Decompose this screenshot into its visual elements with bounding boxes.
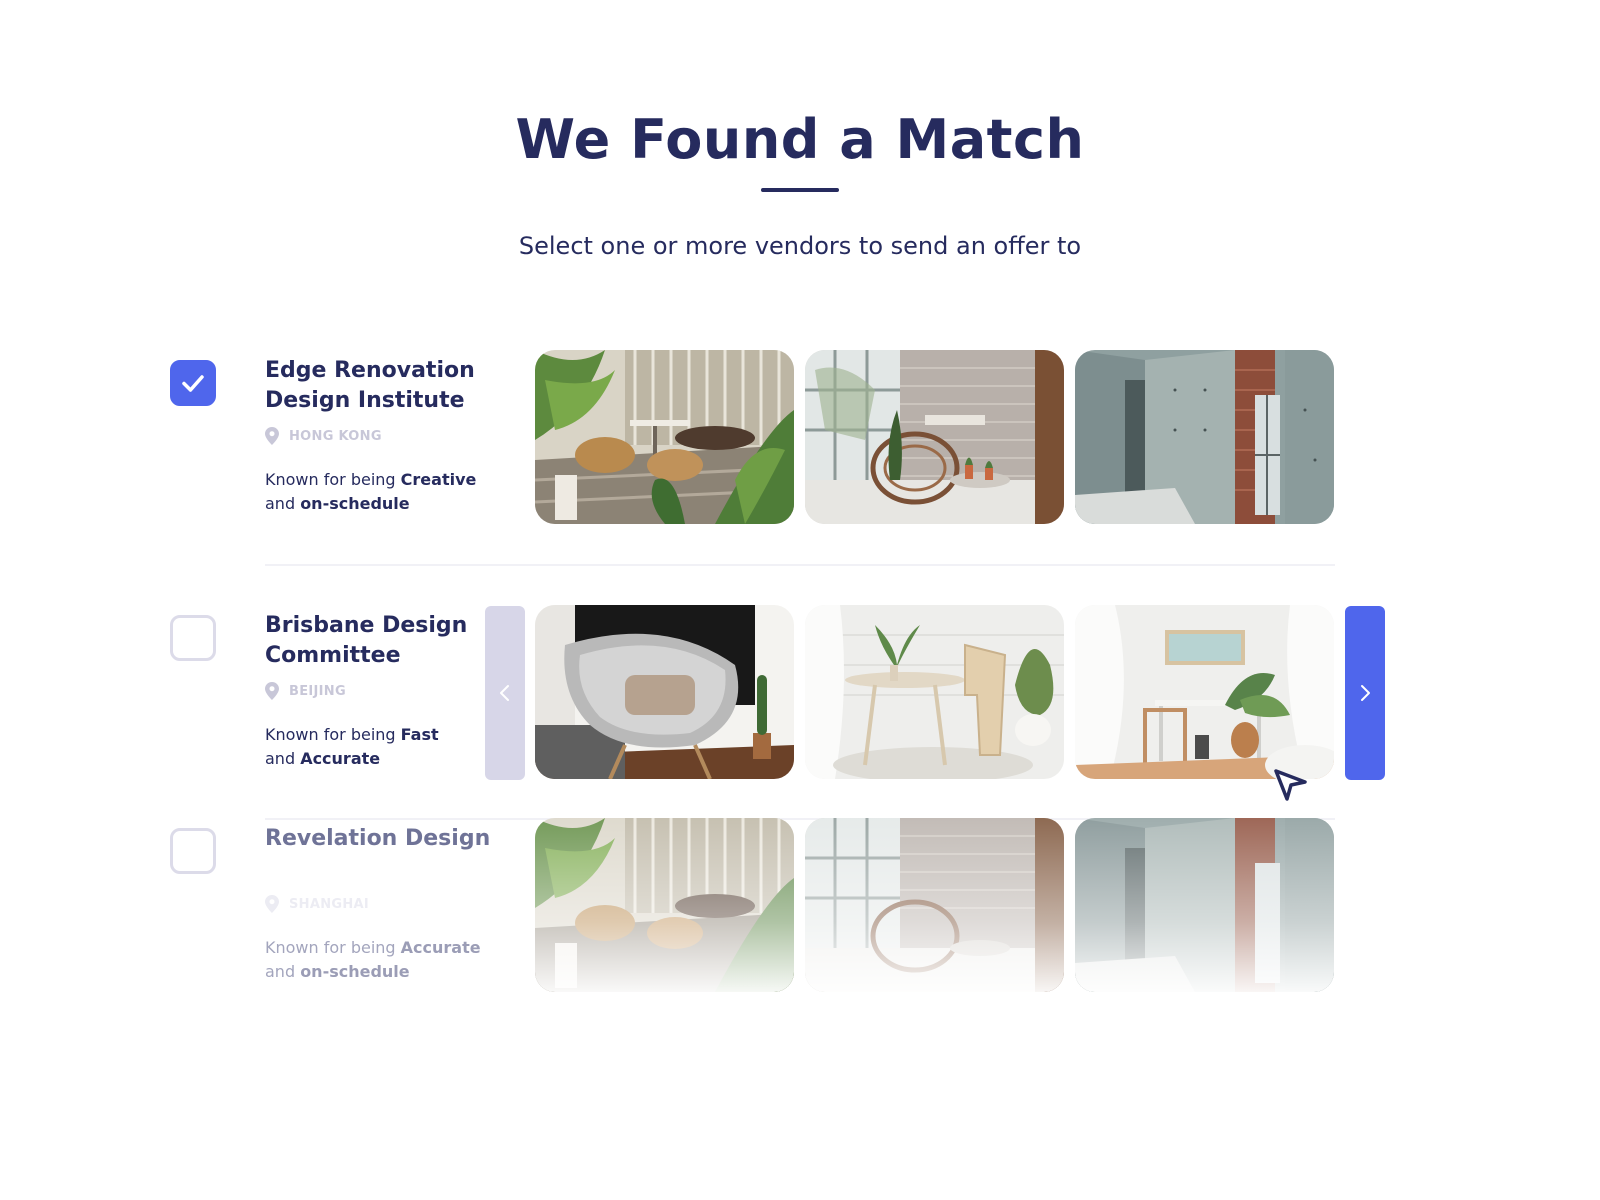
desc-mid: and — [265, 494, 301, 513]
vendor-location: SHANGHAI — [265, 894, 369, 914]
white-desk-room-photo[interactable] — [1075, 605, 1334, 779]
vendor-row: Revelation Design SHANGHAI Known for bei… — [0, 818, 1600, 994]
vendor-name: Edge Renovation Design Institute — [265, 358, 475, 413]
page-subtitle: Select one or more vendors to send an of… — [518, 232, 1082, 260]
photo-gallery — [535, 350, 1334, 524]
vendor-checkbox[interactable] — [170, 828, 216, 874]
location-pin-icon — [265, 427, 279, 445]
vendor-checkbox[interactable] — [170, 360, 216, 406]
vendor-description: Known for being Accurate and on-schedule — [265, 936, 495, 984]
location-pin-icon — [265, 895, 279, 913]
photo-gallery — [535, 605, 1334, 779]
trait-1: Creative — [400, 470, 477, 489]
desc-prefix: Known for being — [265, 470, 401, 489]
desc-mid: and — [265, 962, 301, 981]
trait-1: Accurate — [400, 938, 481, 957]
trait-2: Accurate — [300, 749, 381, 768]
patio-with-plants-photo[interactable] — [535, 350, 794, 524]
check-icon — [182, 375, 204, 392]
gallery-prev-button[interactable] — [485, 606, 525, 780]
patio-with-plants-photo[interactable] — [535, 818, 794, 992]
cursor-arrow-icon — [1274, 769, 1307, 801]
title-underline — [761, 188, 839, 192]
grey-lounge-chair-photo[interactable] — [535, 605, 794, 779]
desc-prefix: Known for being — [265, 725, 401, 744]
vendor-description: Known for being Creative and on-schedule — [265, 468, 495, 516]
row-divider — [265, 564, 1335, 566]
gallery-next-button[interactable] — [1345, 606, 1385, 780]
vendor-location-text: SHANGHAI — [289, 896, 370, 912]
chevron-right-icon — [1361, 685, 1370, 701]
vendor-name: Brisbane Design Committee — [265, 613, 468, 668]
desc-mid: and — [265, 749, 301, 768]
location-pin-icon — [265, 682, 279, 700]
white-dining-table-photo[interactable] — [805, 605, 1064, 779]
brick-wall-chair-photo[interactable] — [805, 818, 1064, 992]
vendor-name: Revelation Design — [265, 826, 491, 851]
desc-prefix: Known for being — [265, 938, 401, 957]
fade-overlay — [535, 818, 794, 992]
vendor-checkbox[interactable] — [170, 615, 216, 661]
vendor-location-text: HONG KONG — [289, 428, 382, 444]
trait-2: on-schedule — [300, 962, 410, 981]
vendor-location-text: BEIJING — [289, 683, 346, 699]
concrete-wall-photo[interactable] — [1075, 818, 1334, 992]
trait-2: on-schedule — [300, 494, 410, 513]
photo-gallery — [535, 818, 1334, 992]
vendor-row: Edge Renovation Design Institute HONG KO… — [0, 350, 1600, 526]
vendor-location: HONG KONG — [265, 426, 382, 446]
fade-overlay — [1075, 818, 1334, 992]
vendor-description: Known for being Fast and Accurate — [265, 723, 495, 771]
fade-overlay — [805, 818, 1064, 992]
concrete-wall-photo[interactable] — [1075, 350, 1334, 524]
vendor-location: BEIJING — [265, 681, 346, 701]
brick-wall-chair-photo[interactable] — [805, 350, 1064, 524]
chevron-left-icon — [500, 685, 509, 701]
trait-1: Fast — [400, 725, 439, 744]
page-title: We Found a Match — [515, 108, 1085, 171]
